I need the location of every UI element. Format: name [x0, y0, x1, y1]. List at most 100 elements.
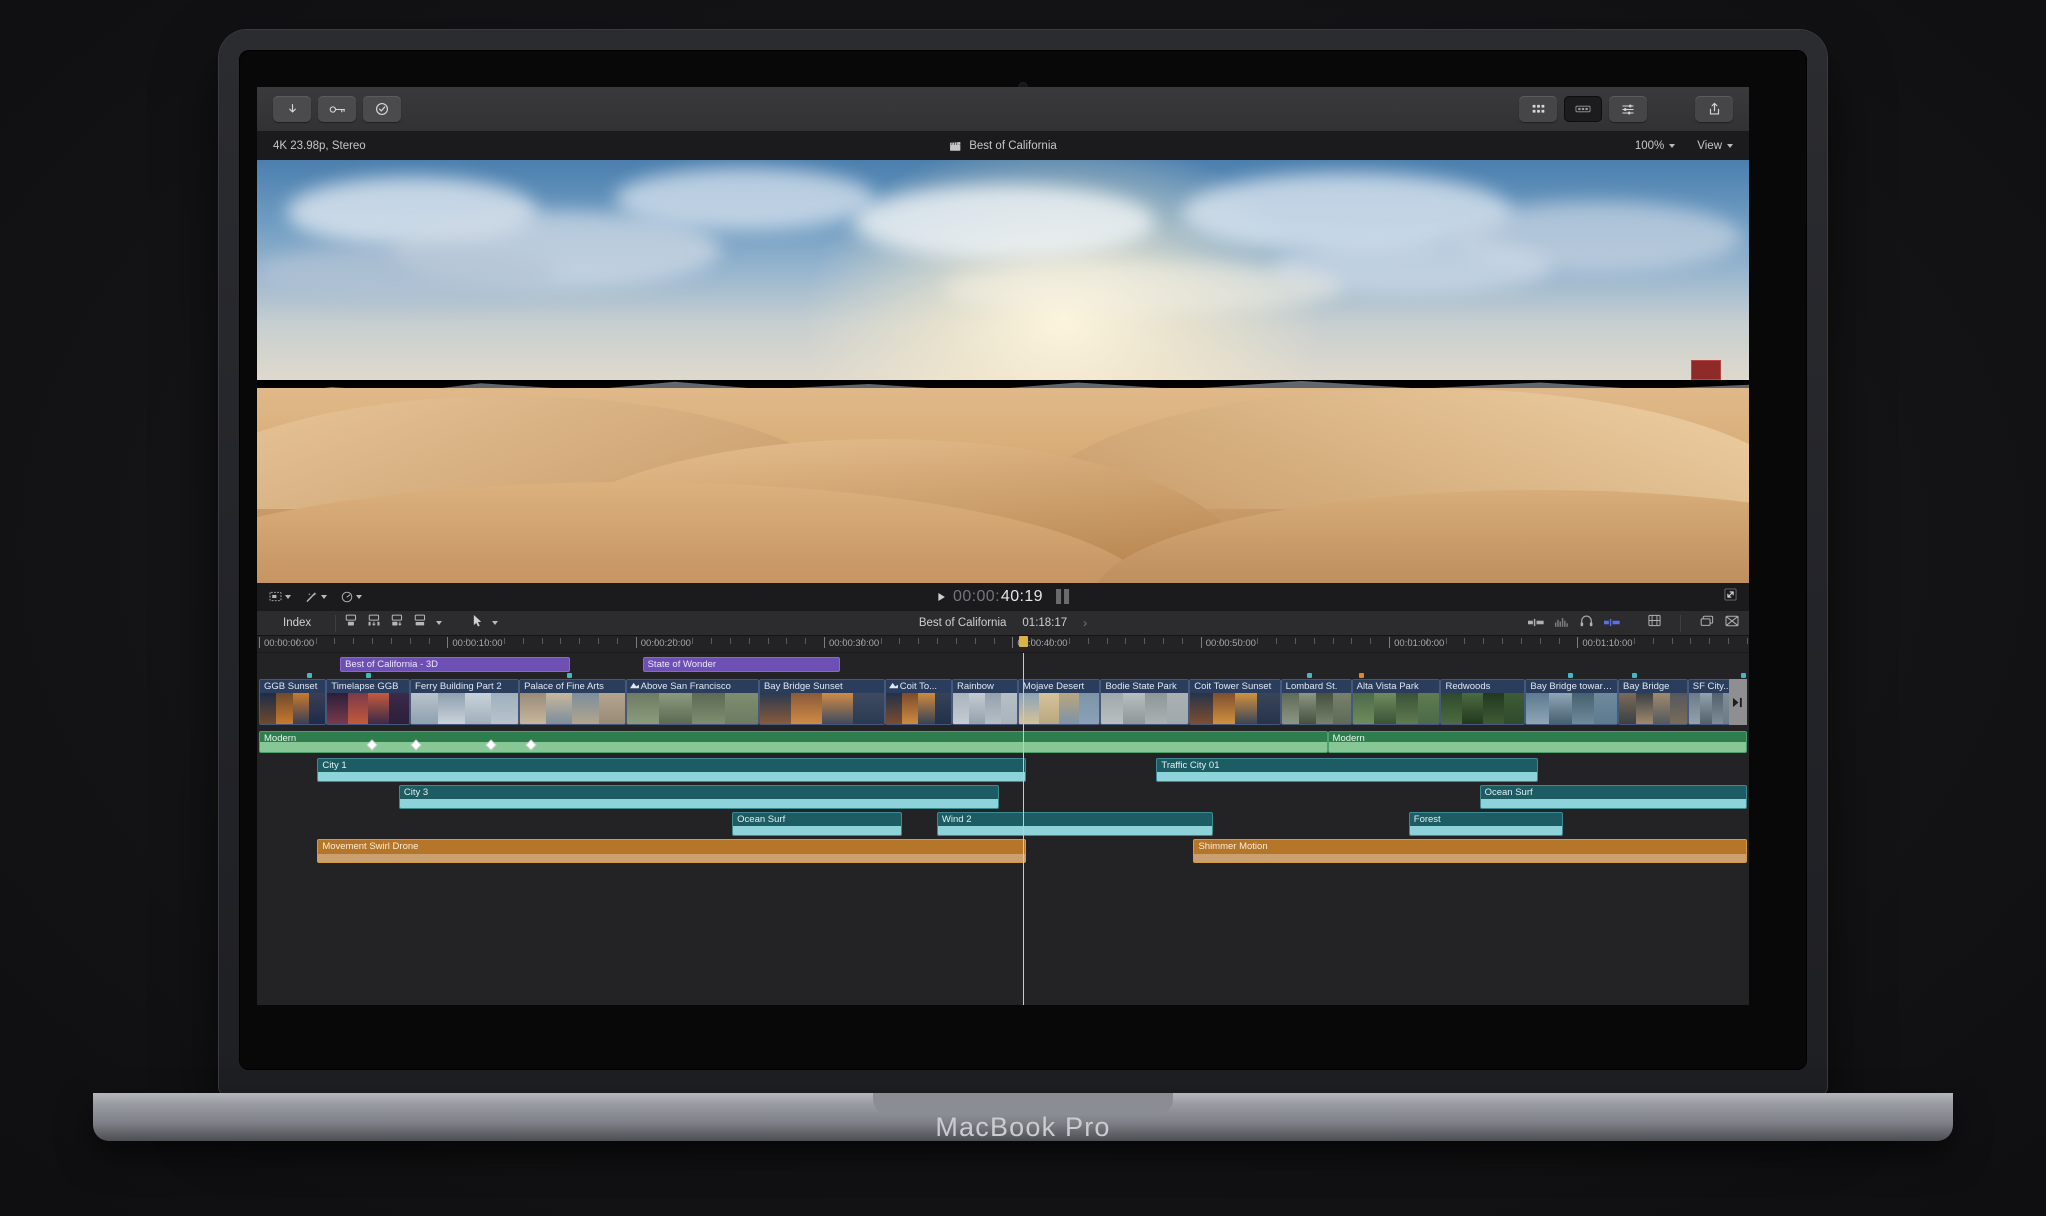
overwrite-edit-button[interactable]: [390, 614, 404, 632]
connect-edit-button[interactable]: [413, 614, 427, 632]
hide-index-button[interactable]: [1725, 614, 1739, 632]
video-clip[interactable]: Palace of Fine Arts: [519, 679, 626, 725]
clip-appearance-button[interactable]: [1528, 614, 1544, 632]
effects-button[interactable]: [305, 591, 327, 603]
chevron-down-icon[interactable]: [436, 621, 443, 625]
video-clip[interactable]: Bay Bridge: [1617, 679, 1688, 725]
video-clip[interactable]: Above San Francisco: [625, 679, 759, 725]
video-clip[interactable]: Timelapse GGB: [326, 679, 411, 725]
ruler-tick: [1539, 638, 1541, 644]
timecode-bright: 40:19: [1000, 587, 1043, 605]
ruler-tick: [616, 638, 618, 644]
audio-waveform: [1194, 854, 1746, 862]
audio-lane-3[interactable]: Ocean Surf Wind 2 Forest: [257, 812, 1749, 836]
filmstrip-view-button[interactable]: [1648, 614, 1661, 632]
audio-clip[interactable]: City 1: [317, 758, 1026, 782]
timeline-end-cap[interactable]: [1729, 679, 1747, 725]
timeline-marker[interactable]: [1568, 673, 1574, 678]
video-clip[interactable]: Coit To...: [884, 679, 952, 725]
thumbnail: [1101, 693, 1124, 724]
thumbnail: [1711, 693, 1724, 724]
viewer-button[interactable]: [1564, 96, 1602, 122]
timeline-marker[interactable]: [1632, 673, 1638, 678]
music-lane[interactable]: Modern Modern: [257, 731, 1749, 753]
clip-thumbnails: [1352, 693, 1440, 724]
chevron-right-icon[interactable]: ›: [1083, 616, 1087, 630]
skimming-button[interactable]: [1604, 614, 1620, 632]
append-edit-icon: [345, 614, 357, 626]
music-clip[interactable]: Modern: [1327, 731, 1747, 753]
thumbnail: [1503, 693, 1525, 724]
audio-meter-button[interactable]: [1555, 614, 1569, 632]
ruler-label: 00:01:10:00: [1582, 638, 1633, 649]
effects-lane[interactable]: Movement Swirl Drone Shimmer Motion: [257, 839, 1749, 863]
browser-button[interactable]: [1519, 96, 1557, 122]
video-clip[interactable]: Coit Tower Sunset: [1189, 679, 1281, 725]
video-clip[interactable]: Mojave Desert: [1017, 679, 1101, 725]
video-clip[interactable]: Bay Bridge toward SF: [1525, 679, 1618, 725]
effect-clip[interactable]: Shimmer Motion: [1193, 839, 1747, 863]
video-clip[interactable]: Lombard St.: [1280, 679, 1352, 725]
retime-button[interactable]: [341, 591, 362, 603]
insert-edit-button[interactable]: [367, 614, 381, 632]
effect-clip[interactable]: Movement Swirl Drone: [317, 839, 1026, 863]
ruler-tick: [993, 638, 995, 644]
audio-clip[interactable]: Traffic City 01: [1156, 758, 1539, 782]
playhead-timecode[interactable]: 00:00: 40:19: [937, 588, 1069, 606]
headphone-button[interactable]: [1580, 614, 1593, 632]
zoom-level-menu[interactable]: 100%: [1635, 140, 1676, 152]
title-clip[interactable]: Best of California - 3D: [340, 657, 571, 672]
timeline-ruler[interactable]: 00:00:00:00 00:00:10:00 00:00:20:00 00:00:3…: [257, 636, 1749, 653]
clip-label: Shimmer Motion: [1198, 841, 1268, 852]
audio-clip[interactable]: Wind 2: [936, 812, 1214, 836]
keyword-button[interactable]: [318, 96, 356, 122]
timeline-marker[interactable]: [567, 673, 573, 678]
audio-lane-2[interactable]: City 3 Ocean Surf: [257, 785, 1749, 809]
video-clip[interactable]: Rainbow: [951, 679, 1018, 725]
timeline-marker[interactable]: [366, 673, 372, 678]
import-media-button[interactable]: [273, 96, 311, 122]
rating-button[interactable]: [363, 96, 401, 122]
viewer-fullscreen-button[interactable]: [1724, 587, 1737, 606]
thumbnail: [1417, 693, 1440, 724]
video-clip[interactable]: Redwoods: [1440, 679, 1526, 725]
thumbnail: [1635, 693, 1653, 724]
primary-storyline-lane[interactable]: GGB Sunset Timelapse GGB Ferry Building Pa…: [257, 679, 1749, 725]
view-menu[interactable]: View: [1697, 140, 1733, 152]
clip-height-button[interactable]: [1700, 614, 1714, 632]
timeline-marker[interactable]: [1358, 673, 1364, 678]
ruler-tick: [692, 638, 694, 644]
share-button[interactable]: [1695, 96, 1733, 122]
playhead-handle[interactable]: [1018, 636, 1028, 647]
ruler-tick: [880, 638, 882, 644]
audio-clip[interactable]: City 3: [398, 785, 1000, 809]
audio-clip[interactable]: Ocean Surf: [732, 812, 902, 836]
clip-height-icon: [1700, 615, 1714, 626]
timeline-panel[interactable]: 00:00:00:00 00:00:10:00 00:00:20:00 00:00:3…: [257, 636, 1749, 1005]
append-edit-button[interactable]: [344, 614, 358, 632]
audio-lane-1[interactable]: City 1 Traffic City 01: [257, 758, 1749, 782]
audio-clip[interactable]: Forest: [1408, 812, 1563, 836]
show-hide-button[interactable]: [269, 591, 291, 602]
video-clip[interactable]: Alta Vista Park: [1351, 679, 1441, 725]
inspector-button[interactable]: [1609, 96, 1647, 122]
thumbnail: [1234, 693, 1258, 724]
timeline-tracks[interactable]: Best of California - 3D State of Wonder G…: [257, 653, 1749, 1005]
video-clip[interactable]: Bodie State Park: [1100, 679, 1190, 725]
video-clip[interactable]: GGB Sunset: [259, 679, 327, 725]
video-clip[interactable]: Ferry Building Part 2: [410, 679, 520, 725]
ruler-tick: [1313, 638, 1315, 644]
chevron-down-icon[interactable]: [492, 621, 499, 625]
timeline-marker[interactable]: [1741, 673, 1747, 678]
viewer-canvas[interactable]: [257, 160, 1749, 583]
title-clip[interactable]: State of Wonder: [642, 657, 840, 672]
timeline-marker[interactable]: [1306, 673, 1312, 678]
timeline-marker[interactable]: [306, 673, 312, 678]
index-button[interactable]: Index: [267, 617, 327, 629]
selection-tool-button[interactable]: [472, 614, 483, 632]
playhead[interactable]: [1022, 653, 1024, 1005]
audio-clip[interactable]: Ocean Surf: [1479, 785, 1747, 809]
title-lane[interactable]: Best of California - 3D State of Wonder: [257, 657, 1749, 672]
clip-thumbnails: [327, 693, 409, 724]
video-clip[interactable]: Bay Bridge Sunset: [758, 679, 885, 725]
